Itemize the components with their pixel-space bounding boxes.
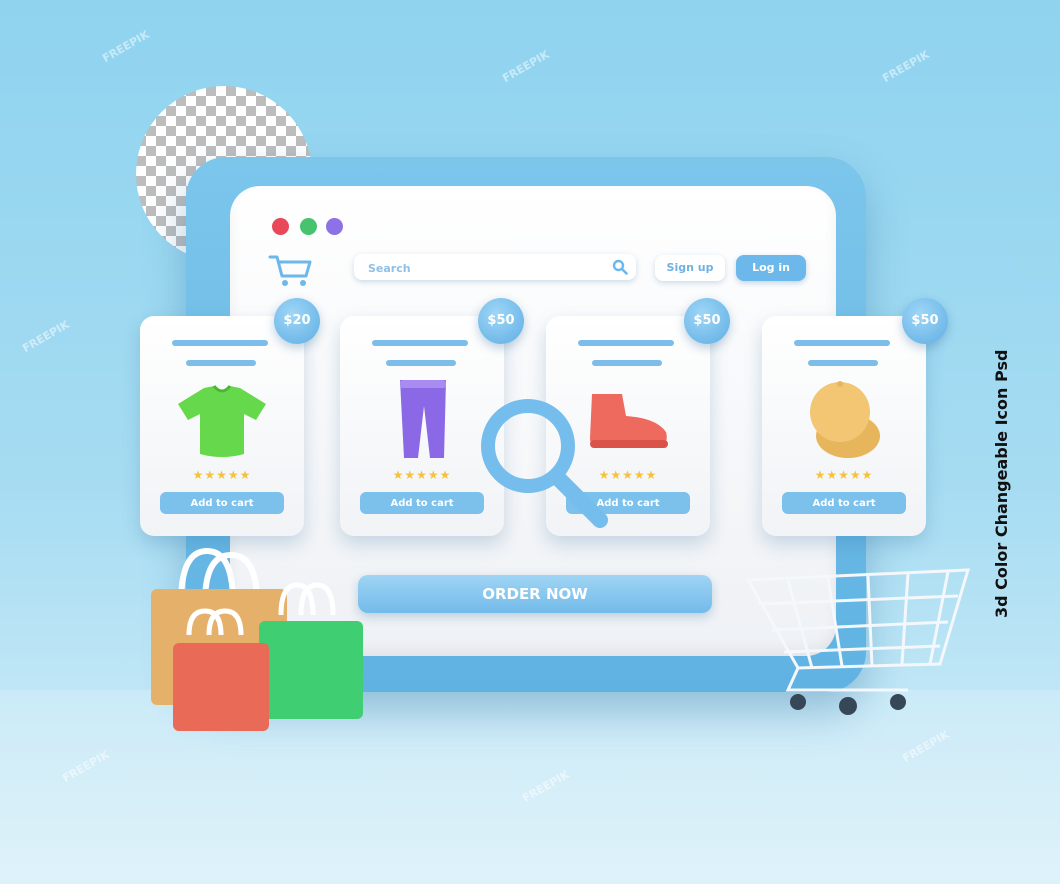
login-button[interactable]: Log in <box>736 255 806 281</box>
shopping-trolley-icon <box>745 568 971 715</box>
add-to-cart-button[interactable]: Add to cart <box>782 492 906 514</box>
search-icon[interactable] <box>612 259 628 275</box>
signup-button[interactable]: Sign up <box>655 255 725 281</box>
title-line <box>372 340 468 346</box>
price-badge: $50 <box>478 298 524 344</box>
rating-stars: ★★★★★ <box>814 468 874 482</box>
pants-icon <box>400 380 446 458</box>
rating-stars: ★★★★★ <box>192 468 252 482</box>
add-to-cart-button[interactable]: Add to cart <box>360 492 484 514</box>
search-bar[interactable] <box>354 254 636 282</box>
watermark: FREEPIK <box>500 47 552 86</box>
tshirt-icon <box>178 385 266 457</box>
window-minimize-dot[interactable] <box>326 218 343 235</box>
side-caption: 3d Color Changeable Icon Psd <box>992 349 1011 618</box>
price-badge: $50 <box>902 298 948 344</box>
product-card: ★★★★★ Add to cart <box>762 316 926 536</box>
title-line <box>172 340 268 346</box>
subtitle-line <box>592 360 662 366</box>
magnifier-icon <box>481 399 608 528</box>
add-to-cart-button[interactable]: Add to cart <box>160 492 284 514</box>
price-badge: $20 <box>274 298 320 344</box>
title-line <box>578 340 674 346</box>
shopping-bag-icon <box>151 547 363 731</box>
subtitle-line <box>808 360 878 366</box>
cap-icon <box>810 381 880 458</box>
cart-icon[interactable] <box>268 252 314 288</box>
price-badge: $50 <box>684 298 730 344</box>
title-line <box>794 340 890 346</box>
product-card: ★★★★★ Add to cart <box>140 316 304 536</box>
subtitle-line <box>186 360 256 366</box>
watermark: FREEPIK <box>100 27 152 66</box>
order-now-button[interactable]: ORDER NOW <box>358 575 712 613</box>
search-input[interactable] <box>366 254 610 282</box>
watermark: FREEPIK <box>880 47 932 86</box>
window-maximize-dot[interactable] <box>300 218 317 235</box>
watermark: FREEPIK <box>20 317 72 356</box>
window-close-dot[interactable] <box>272 218 289 235</box>
subtitle-line <box>386 360 456 366</box>
